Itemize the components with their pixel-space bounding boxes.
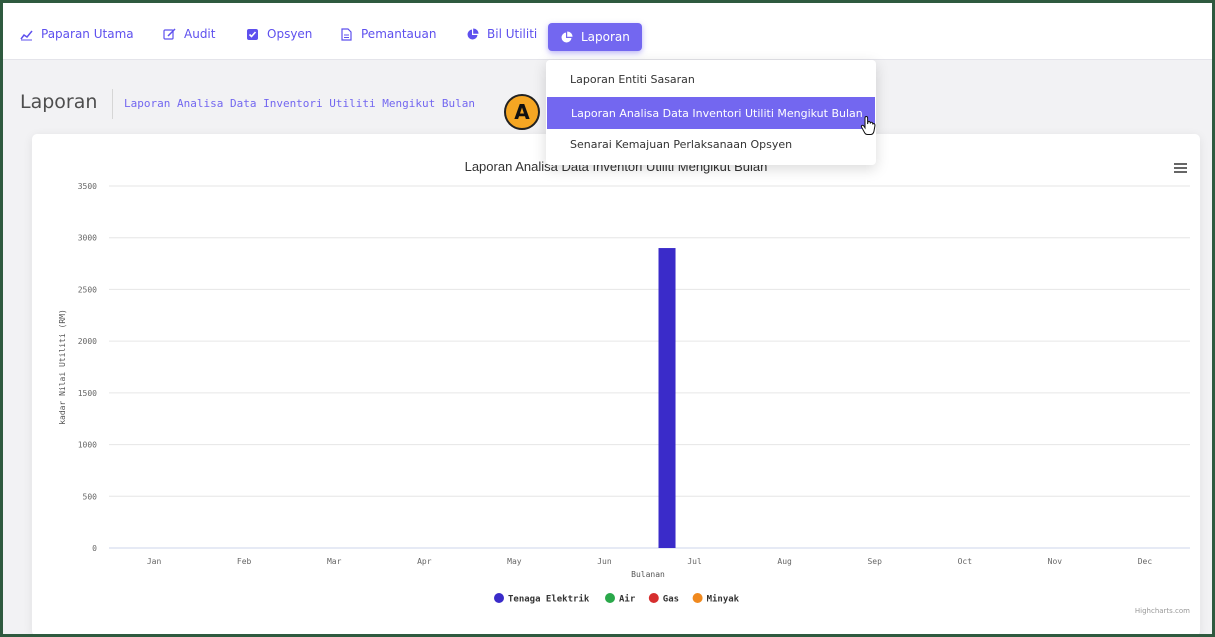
x-tick-label: Oct xyxy=(958,557,973,566)
dropdown-item-laporan-entiti-sasaran[interactable]: Laporan Entiti Sasaran xyxy=(546,63,876,95)
chart-credits: Highcharts.com xyxy=(1135,607,1190,615)
nav-item-opsyen[interactable]: Opsyen xyxy=(246,20,312,48)
app-window: Paparan Utama Audit Opsyen Pemantauan Bi… xyxy=(0,0,1215,637)
chart-menu-icon xyxy=(1174,167,1187,169)
laporan-dropdown-menu: Laporan Entiti Sasaran Laporan Analisa D… xyxy=(546,60,876,165)
edit-icon xyxy=(163,27,176,41)
nav-item-pemantauan[interactable]: Pemantauan xyxy=(340,20,436,48)
file-icon xyxy=(340,27,353,41)
y-tick-label: 500 xyxy=(83,492,98,501)
nav-label: Pemantauan xyxy=(361,27,437,41)
nav-label: Paparan Utama xyxy=(41,27,134,41)
nav-item-audit[interactable]: Audit xyxy=(163,20,215,48)
nav-label: Bil Utiliti xyxy=(487,27,538,41)
check-square-icon xyxy=(246,28,259,41)
nav-label: Laporan xyxy=(581,30,630,44)
x-tick-label: Apr xyxy=(417,557,432,566)
legend-marker xyxy=(605,593,615,603)
breadcrumb[interactable]: Laporan Analisa Data Inventori Utiliti M… xyxy=(124,97,475,110)
line-chart-icon xyxy=(20,28,33,41)
top-navbar: Paparan Utama Audit Opsyen Pemantauan Bi… xyxy=(3,3,1212,60)
legend-label: Minyak xyxy=(707,594,740,605)
legend-marker xyxy=(692,593,703,603)
chart-menu-icon xyxy=(1174,163,1187,165)
bar xyxy=(658,248,676,549)
dropdown-item-laporan-analisa[interactable]: Laporan Analisa Data Inventori Utiliti M… xyxy=(547,97,875,129)
pie-chart-icon xyxy=(560,30,573,44)
hand-cursor-icon xyxy=(860,116,876,135)
y-tick-label: 3500 xyxy=(78,182,97,191)
legend-label: Gas xyxy=(663,595,679,605)
annotation-marker: A xyxy=(504,94,540,130)
nav-label: Opsyen xyxy=(267,27,313,41)
dropdown-item-senarai-kemajuan[interactable]: Senarai Kemajuan Perlaksanaan Opsyen xyxy=(546,128,876,160)
x-axis-label: Bulanan xyxy=(631,570,665,579)
y-tick-label: 0 xyxy=(92,544,97,553)
legend-label: Air xyxy=(619,594,636,605)
x-tick-label: Sep xyxy=(867,557,882,566)
x-tick-label: Aug xyxy=(777,557,792,566)
nav-label: Audit xyxy=(184,27,216,41)
x-tick-label: Jan xyxy=(147,557,162,566)
title-divider xyxy=(112,89,113,119)
y-axis-label: kadar Nilai Utiliti (RM) xyxy=(58,309,67,425)
page-title: Laporan xyxy=(20,91,98,113)
chart-menu-icon xyxy=(1174,171,1187,173)
x-tick-label: Feb xyxy=(237,557,252,566)
nav-item-laporan[interactable]: Laporan xyxy=(548,23,642,51)
nav-item-bil-utiliti[interactable]: Bil Utiliti xyxy=(466,20,537,48)
x-tick-label: May xyxy=(507,557,522,566)
nav-item-paparan-utama[interactable]: Paparan Utama xyxy=(20,20,134,48)
chart: Laporan Analisa Data Inventori Utiliti M… xyxy=(58,159,1190,615)
x-tick-label: Dec xyxy=(1138,557,1153,566)
x-tick-label: Mar xyxy=(327,557,342,566)
legend-marker xyxy=(494,593,504,603)
x-tick-label: Jul xyxy=(687,557,702,566)
pie-chart-icon xyxy=(466,27,479,41)
y-tick-label: 2000 xyxy=(78,337,97,346)
y-tick-label: 1000 xyxy=(78,441,97,450)
legend-marker xyxy=(648,593,659,603)
y-tick-label: 2500 xyxy=(78,285,97,294)
legend-label: Tenaga Elektrik xyxy=(508,594,590,605)
x-tick-label: Nov xyxy=(1048,557,1063,566)
y-tick-label: 1500 xyxy=(78,389,97,398)
x-tick-label: Jun xyxy=(597,557,612,566)
y-tick-label: 3000 xyxy=(78,234,97,243)
